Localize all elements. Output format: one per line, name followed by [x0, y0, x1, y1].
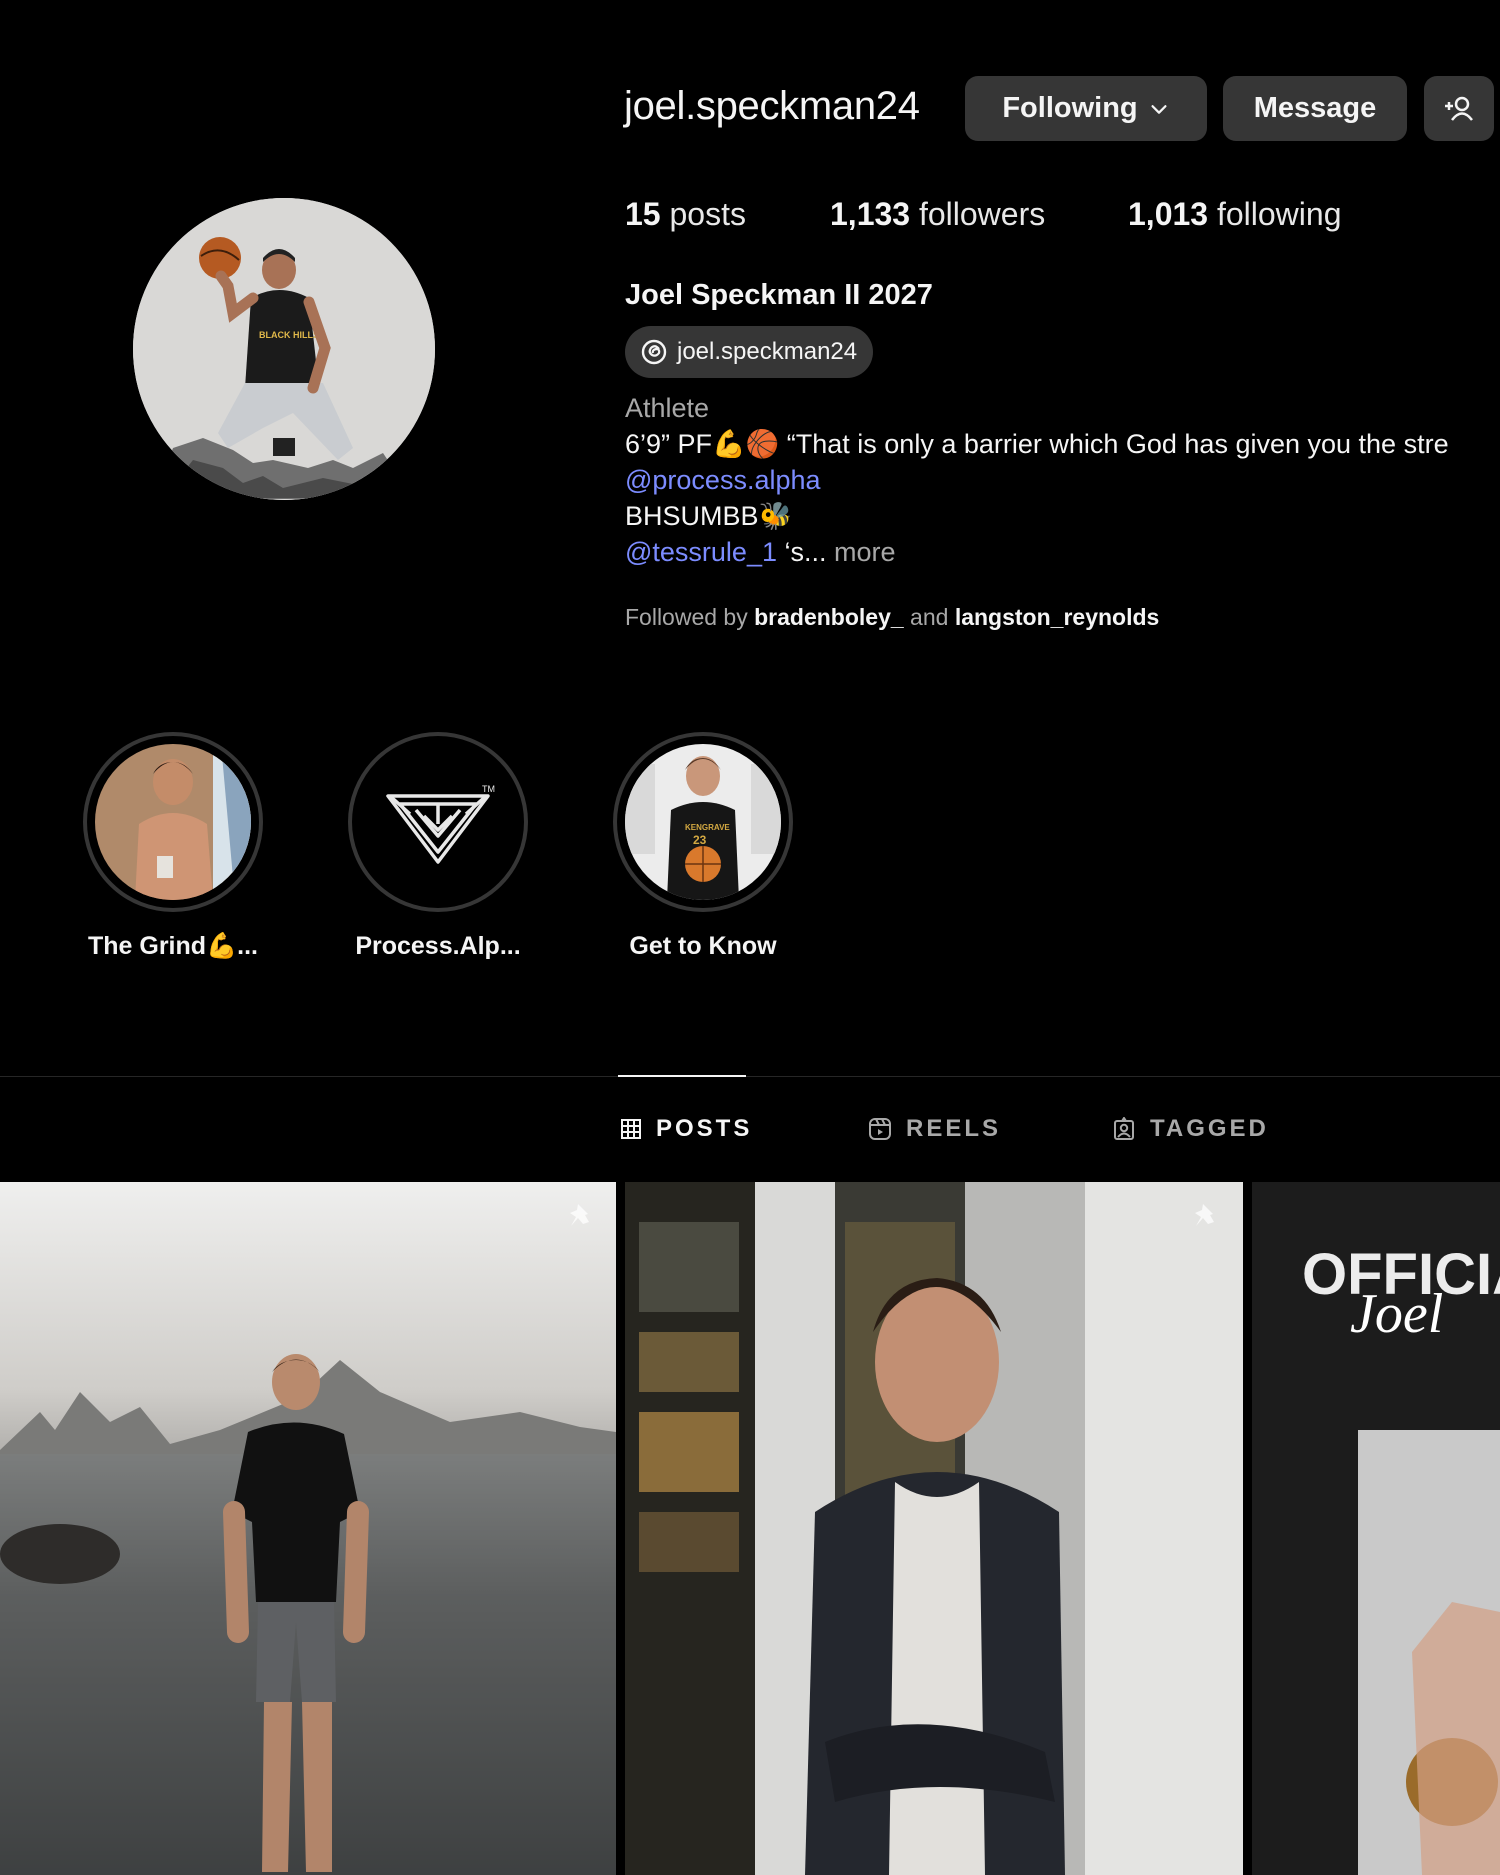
pinned-icon: [570, 1204, 589, 1226]
profile-full-name: Joel Speckman II 2027: [625, 279, 933, 311]
followed-by: Followed by bradenboley_ and langston_re…: [625, 604, 1159, 631]
pinned-icon: [1195, 1204, 1214, 1226]
profile-bio: Athlete 6’9” PF💪🏀 “That is only a barrie…: [625, 390, 1449, 570]
followed-by-conj: and: [903, 604, 955, 630]
svg-text:BLACK HILLS: BLACK HILLS: [259, 330, 319, 340]
post-tile[interactable]: [625, 1182, 1243, 1875]
post-tile[interactable]: OFFICIA Joel: [1252, 1182, 1500, 1875]
posts-count: 15: [625, 196, 661, 232]
message-button-label: Message: [1253, 92, 1377, 124]
following-button[interactable]: Following: [965, 76, 1207, 141]
profile-avatar[interactable]: BLACK HILLS: [133, 198, 435, 500]
svg-text:23: 23: [693, 833, 707, 847]
stat-posts: 15 posts: [625, 196, 746, 233]
followers-count: 1,133: [830, 196, 911, 232]
highlight-cover: KENGRAVE 23: [625, 744, 781, 900]
highlight-process-alpha[interactable]: TM: [348, 732, 528, 912]
chevron-down-icon: [1151, 104, 1167, 114]
process-alpha-logo-icon: TM: [386, 784, 495, 864]
stat-followers[interactable]: 1,133 followers: [830, 196, 1045, 233]
grid-icon: [621, 1119, 641, 1139]
highlight-label: Process.Alp...: [355, 932, 521, 960]
bio-line-suffix: ‘s...: [776, 537, 827, 567]
active-tab-indicator: [618, 1075, 746, 1077]
tab-label: POSTS: [656, 1115, 753, 1142]
threads-icon: [641, 339, 667, 365]
add-user-icon: [1445, 96, 1473, 121]
following-label: following: [1216, 196, 1342, 232]
following-button-label: Following: [1002, 92, 1138, 124]
highlight-cover: [95, 744, 251, 900]
bio-mention-tessrule[interactable]: @tessrule_1: [625, 537, 777, 567]
highlight-label: Get to Know: [629, 932, 777, 960]
highlight-label: The Grind💪...: [87, 932, 259, 960]
tab-tagged[interactable]: TAGGED: [1112, 1115, 1269, 1143]
bio-mention-process-alpha[interactable]: @process.alpha: [625, 465, 821, 495]
highlight-the-grind[interactable]: [83, 732, 263, 912]
reels-icon: [869, 1118, 891, 1140]
stat-following[interactable]: 1,013 following: [1128, 196, 1341, 233]
bio-line: 6’9” PF💪🏀 “That is only a barrier which …: [625, 429, 1449, 459]
posts-label: posts: [669, 196, 746, 232]
tab-posts[interactable]: POSTS: [620, 1115, 752, 1143]
tab-label: REELS: [906, 1115, 1002, 1142]
svg-text:TM: TM: [482, 784, 495, 794]
profile-username: joel.speckman24: [624, 84, 920, 128]
following-count: 1,013: [1128, 196, 1209, 232]
followed-by-prefix: Followed by: [625, 604, 755, 630]
tab-reels[interactable]: REELS: [868, 1115, 1001, 1143]
followers-label: followers: [918, 196, 1046, 232]
highlight-get-to-know[interactable]: KENGRAVE 23: [613, 732, 793, 912]
message-button[interactable]: Message: [1223, 76, 1407, 141]
followed-by-user[interactable]: langston_reynolds: [955, 604, 1159, 630]
suggested-users-button[interactable]: [1424, 76, 1494, 141]
threads-handle: joel.speckman24: [677, 338, 858, 365]
bio-category: Athlete: [625, 393, 710, 423]
highlight-cover: TM: [360, 744, 516, 900]
tabs-divider: [0, 1076, 1500, 1077]
post-text: Joel: [1350, 1283, 1443, 1345]
threads-link[interactable]: joel.speckman24: [625, 326, 874, 378]
tab-label: TAGGED: [1150, 1115, 1269, 1142]
bio-more-link[interactable]: more: [827, 537, 896, 567]
bio-line: BHSUMBB🐝: [625, 501, 793, 531]
svg-text:KENGRAVE: KENGRAVE: [685, 823, 730, 832]
post-tile[interactable]: [0, 1182, 616, 1875]
tagged-icon: [1114, 1117, 1134, 1140]
followed-by-user[interactable]: bradenboley_: [754, 604, 904, 630]
